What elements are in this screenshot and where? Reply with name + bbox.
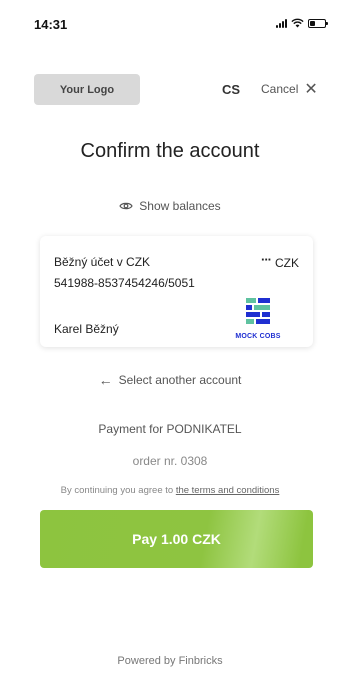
wifi-icon: [291, 18, 304, 28]
account-holder: Karel Běžný: [54, 322, 119, 336]
pay-button[interactable]: Pay 1.00 CZK: [40, 510, 313, 568]
status-time: 14:31: [34, 17, 68, 32]
status-bar: 14:31: [0, 0, 340, 40]
language-button[interactable]: CS: [222, 82, 240, 97]
bank-logo-icon: [246, 298, 270, 324]
account-currency: ··· CZK: [261, 252, 299, 270]
signal-icon: [276, 18, 287, 28]
bank-name: MOCK COBS: [235, 333, 281, 340]
account-number: 541988-8537454246/5051: [54, 276, 195, 290]
bank-logo: MOCK COBS: [230, 296, 286, 340]
account-name: Běžný účet v CZK: [54, 255, 151, 269]
close-icon: ✕: [304, 80, 318, 98]
terms-prefix: By continuing you agree to: [60, 485, 174, 496]
select-another-account-button[interactable]: ← Select another account: [0, 372, 340, 388]
select-another-label: Select another account: [118, 373, 242, 387]
cancel-label: Cancel: [261, 82, 299, 96]
cancel-button[interactable]: Cancel ✕: [261, 80, 318, 98]
eye-icon: [119, 202, 133, 210]
order-number: order nr. 0308: [132, 454, 208, 468]
payment-recipient: Payment for PODNIKATEL: [98, 422, 242, 436]
status-icons: [276, 18, 328, 28]
currency-label: CZK: [275, 256, 299, 270]
terms-notice: By continuing you agree to the terms and…: [0, 485, 340, 496]
terms-link[interactable]: the terms and conditions: [176, 485, 280, 496]
powered-by: Powered by Finbricks: [117, 655, 223, 667]
more-icon: ···: [261, 252, 272, 267]
battery-icon: [308, 18, 328, 28]
arrow-left-icon: ←: [98, 372, 113, 388]
show-balances-label: Show balances: [139, 199, 221, 213]
page-title: Confirm the account: [80, 140, 260, 162]
brand-logo: Your Logo: [34, 74, 140, 105]
account-card[interactable]: Běžný účet v CZK 541988-8537454246/5051 …: [40, 236, 313, 347]
show-balances-button[interactable]: Show balances: [0, 199, 340, 213]
